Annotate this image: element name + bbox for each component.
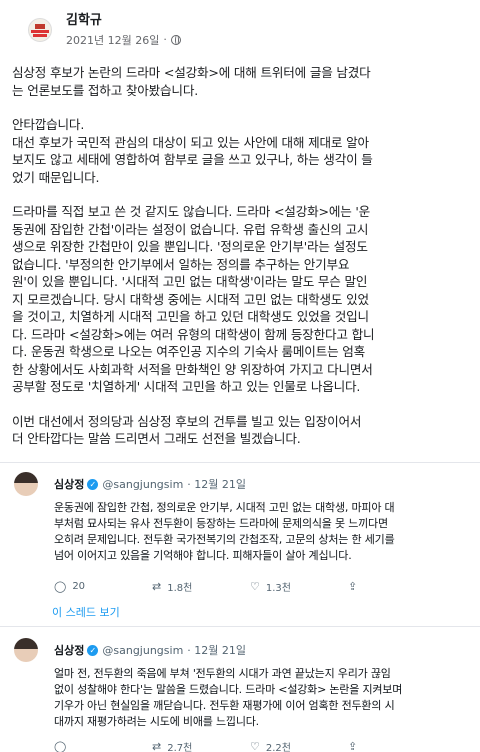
view-thread-link[interactable]: 이 스레드 보기 (52, 604, 120, 620)
tweet-line: 기우가 아닌 현실임을 깨닫습니다. 전두환 재평가에 이어 엄혹한 전두환의 … (54, 699, 395, 712)
author-name[interactable]: 김학규 (66, 13, 181, 29)
post-line: 생으로 위장한 간첩만이 있을 뿐입니다. '정의로운 안기부'라는 설정도 (12, 239, 368, 254)
meta-separator: · (163, 33, 167, 46)
post-line: 지 모르겠습니다. 당시 대학생 중에는 시대적 고민 없는 대학생도 있었 (12, 291, 369, 307)
post-line: 없습니다. '부정의한 안기부에서 일하는 정의를 추구하는 안기부요 (12, 256, 350, 272)
post-paragraph: 이번 대선에서 정의당과 심상정 후보의 건투를 빌고 있는 입장이어서 더 안… (12, 413, 470, 448)
post-header: 김학규 2021년 12월 26일 · (28, 10, 181, 50)
like-icon: ♡ (250, 740, 260, 752)
author-block: 김학규 2021년 12월 26일 · (66, 13, 181, 48)
reply-count: 20 (72, 581, 86, 592)
tweet-header: 심상정 ✓ @sangjungsim · 12월 21일 (14, 638, 474, 662)
reply-button[interactable]: ◯ (54, 740, 152, 752)
post-line: 안타깝습니다. (12, 117, 85, 132)
tweet-actions: ◯ ⇄ 2.7천 ♡ 2.2천 ⇪ (54, 739, 474, 752)
post-line: 다. 드라마 <설강화>에는 여러 유형의 대학생이 함께 등장한다고 합니 (12, 326, 375, 342)
author-avatar[interactable] (28, 18, 52, 42)
tweet-line: 운동권에 잠입한 간첩, 정의로운 안기부, 시대적 고민 없는 대학생, 마피… (54, 501, 395, 514)
tweet-date[interactable]: · 12월 21일 (187, 642, 246, 658)
post-line: 다. 운동권 학생으로 나오는 여주인공 지수의 기숙사 룸메이트는 엄혹 (12, 344, 366, 359)
tweet-author-name[interactable]: 심상정 (54, 642, 84, 658)
retweet-icon: ⇄ (152, 580, 162, 593)
tweet-handle[interactable]: @sangjungsim (102, 644, 183, 657)
share-icon: ⇪ (348, 740, 358, 752)
post-line: 동권에 잠입한 간첩'이라는 설정이 없습니다. 유럽 유학생 출신의 고시 (12, 221, 369, 237)
post-line: 드라마를 직접 보고 쓴 것 같지도 않습니다. 드라마 <설강화>에는 '운 (12, 204, 371, 219)
post-line: 대선 후보가 국민적 관심의 대상이 되고 있는 사안에 대해 제대로 알아 (12, 134, 369, 150)
post-paragraph: 드라마를 직접 보고 쓴 것 같지도 않습니다. 드라마 <설강화>에는 '운 … (12, 203, 470, 396)
tweet-line: 부처럼 묘사되는 유사 전두환이 등장하는 드라마에 문제의식을 못 느끼다면 (54, 517, 388, 530)
post-body: 심상정 후보가 논란의 드라마 <설강화>에 대해 트위터에 글을 남겼다 는 … (12, 64, 470, 448)
like-count: 1.3천 (265, 583, 291, 594)
tweet-actions: ◯ 20 ⇄ 1.8천 ♡ 1.3천 ⇪ (54, 579, 474, 594)
verified-badge-icon: ✓ (87, 478, 99, 490)
tweet-line: 없이 성찰해야 한다'는 말씀을 드렸습니다. 드라마 <설강화> 논란을 지켜… (54, 683, 403, 696)
verified-badge-icon: ✓ (87, 644, 99, 656)
like-button[interactable]: ♡ 2.2천 (250, 739, 348, 752)
share-icon: ⇪ (348, 580, 358, 593)
reply-icon: ◯ (54, 740, 67, 752)
facebook-post-page: 김학규 2021년 12월 26일 · 심상정 후보가 논란의 드라마 <설강화… (0, 0, 480, 752)
share-button[interactable]: ⇪ (348, 580, 446, 593)
post-line: 더 안타깝다는 말씀 드리면서 그래도 선전을 빌겠습니다. (12, 431, 301, 446)
post-line: 보지도 않고 세태에 영합하여 함부로 글을 쓰고 있구나, 하는 생각이 들 (12, 152, 373, 167)
globe-icon (170, 34, 181, 45)
tweet-avatar[interactable] (14, 638, 38, 662)
tweet-author-name[interactable]: 심상정 (54, 476, 84, 492)
post-line: 었기 때문입니다. (12, 169, 100, 185)
share-button[interactable]: ⇪ (348, 740, 446, 752)
post-date[interactable]: 2021년 12월 26일 (66, 32, 159, 48)
tweet-header: 심상정 ✓ @sangjungsim · 12월 21일 (14, 472, 474, 496)
tweet-date[interactable]: · 12월 21일 (187, 476, 246, 492)
tweet-text: 얼마 전, 전두환의 죽음에 부쳐 '전두환의 시대가 과연 끝났는지 우리가 … (54, 666, 470, 730)
tweet-line: 대까지 재평가하려는 시도에 비애를 느낍니다. (54, 715, 259, 728)
post-line: 이번 대선에서 정의당과 심상정 후보의 건투를 빌고 있는 입장이어서 (12, 413, 362, 429)
post-line: 원'이 있을 뿐입니다. '시대적 고민 없는 대학생'이라는 말도 무슨 말인 (12, 274, 368, 289)
tweet-card[interactable]: 심상정 ✓ @sangjungsim · 12월 21일 운동권에 잠입한 간첩… (14, 472, 474, 594)
like-count: 2.2천 (265, 743, 291, 752)
retweet-button[interactable]: ⇄ 1.8천 (152, 579, 250, 594)
divider (0, 462, 480, 463)
divider (0, 626, 480, 627)
retweet-button[interactable]: ⇄ 2.7천 (152, 739, 250, 752)
retweet-count: 2.7천 (167, 743, 193, 752)
reply-icon: ◯ (54, 580, 67, 593)
post-paragraph: 안타깝습니다. 대선 후보가 국민적 관심의 대상이 되고 있는 사안에 대해 … (12, 116, 470, 186)
like-icon: ♡ (250, 580, 260, 593)
like-button[interactable]: ♡ 1.3천 (250, 579, 348, 594)
tweet-line: 오히려 문제입니다. 전두환 국가전복기의 간첩조작, 고문의 상처는 한 세기… (54, 533, 395, 546)
post-line: 공부할 정도로 '치열하게' 시대적 고민을 하고 있는 인물로 나옵니다. (12, 379, 361, 394)
retweet-icon: ⇄ (152, 740, 162, 752)
retweet-count: 1.8천 (167, 583, 193, 594)
tweet-text: 운동권에 잠입한 간첩, 정의로운 안기부, 시대적 고민 없는 대학생, 마피… (54, 500, 470, 564)
tweet-card[interactable]: 심상정 ✓ @sangjungsim · 12월 21일 얼마 전, 전두환의 … (14, 638, 474, 752)
tweet-line: 얼마 전, 전두환의 죽음에 부쳐 '전두환의 시대가 과연 끝났는지 우리가 … (54, 667, 391, 680)
post-line: 는 언론보도를 접하고 찾아봤습니다. (12, 82, 199, 98)
post-line: 을 것이고, 치열하게 시대적 고민을 하고 있던 대학생도 있었을 것입니 (12, 309, 369, 324)
post-paragraph: 심상정 후보가 논란의 드라마 <설강화>에 대해 트위터에 글을 남겼다 는 … (12, 64, 470, 99)
tweet-handle[interactable]: @sangjungsim (102, 478, 183, 491)
tweet-avatar[interactable] (14, 472, 38, 496)
reply-button[interactable]: ◯ 20 (54, 580, 152, 593)
tweet-line: 넘어 이어지고 있음을 기억해야 합니다. 피해자들이 살아 계십니다. (54, 549, 352, 562)
post-line: 한 상황에서도 사회과학 서적을 만화책인 양 위장하여 가지고 다니면서 (12, 361, 373, 377)
post-meta: 2021년 12월 26일 · (66, 32, 181, 48)
post-line: 심상정 후보가 논란의 드라마 <설강화>에 대해 트위터에 글을 남겼다 (12, 65, 371, 80)
